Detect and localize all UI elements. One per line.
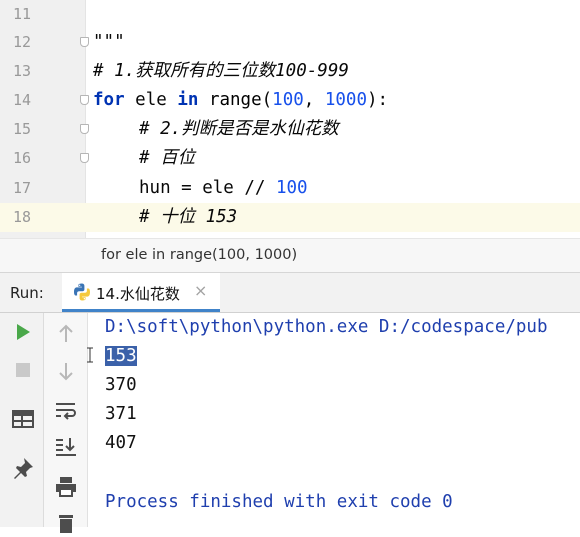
console-exit-message: Process finished with exit code 0 [105,492,453,512]
run-label: Run: [10,284,44,302]
code-line-18-current[interactable]: 18 # 十位 153 [0,203,580,232]
variable-ele: ele [135,90,167,110]
console-output-line[interactable]: 370 [105,371,137,400]
code-for-statement: for ele in range(100, 1000): [93,90,389,110]
code-line-17[interactable]: 17 hun = ele // 100 [0,174,580,203]
python-icon [72,282,92,302]
assignment-text: hun = ele // [139,178,276,198]
up-arrow-icon[interactable] [53,321,79,347]
line-number: 14 [12,91,31,109]
fold-marker-icon[interactable] [80,37,89,47]
code-comment: # 十位 153 [139,207,238,227]
code-line-14[interactable]: 14 for ele in range(100, 1000): [0,86,580,115]
code-editor[interactable]: 11 12 """ 13 # 1.获取所有的三位数100-999 14 for … [0,0,580,238]
run-icon[interactable] [10,319,36,345]
close-icon[interactable]: × [194,282,207,300]
line-number: 18 [12,208,31,226]
line-number: 16 [12,149,31,167]
line-number: 12 [12,33,31,51]
code-line-16[interactable]: 16 # 百位 [0,144,580,173]
number-literal: 100 [272,90,304,110]
code-comment: # 2.判断是否是水仙花数 [139,119,339,139]
code-line-12[interactable]: 12 """ [0,28,580,57]
line-number: 17 [12,179,31,197]
run-tab-title: 14.水仙花数 [96,285,180,303]
run-panel-header: Run: 14.水仙花数 × [0,273,580,313]
breadcrumb-item[interactable]: for ele in range(100, 1000) [101,247,297,263]
code-assignment: hun = ele // 100 [139,174,308,203]
docstring-quotes: """ [93,32,125,52]
function-range: range [208,90,262,110]
layout-icon[interactable] [10,406,36,432]
run-tab[interactable]: 14.水仙花数 × [62,273,220,312]
console-output-line[interactable]: 371 [105,400,137,429]
run-console[interactable]: D:\soft\python\python.exe D:/codespace/p… [88,313,580,527]
down-arrow-icon[interactable] [53,358,79,384]
print-icon[interactable] [53,474,79,500]
scroll-to-end-icon[interactable] [53,434,79,460]
pin-icon[interactable] [10,455,36,481]
number-literal: 100 [275,178,308,198]
code-comment: # 1.获取所有的三位数100-999 [93,61,349,81]
breadcrumb-bar: for ele in range(100, 1000) [0,238,580,273]
stop-icon[interactable] [10,357,36,383]
run-toolbar-primary [0,313,44,527]
line-number: 13 [12,62,31,80]
keyword-in: in [177,90,199,110]
fold-marker-icon[interactable] [80,95,89,105]
selected-output[interactable]: 153 [105,346,137,366]
trash-icon[interactable] [53,511,79,537]
console-output-line[interactable]: 153 [105,342,137,371]
line-number: 15 [12,120,31,138]
code-line-13[interactable]: 13 # 1.获取所有的三位数100-999 [0,57,580,86]
code-line-11[interactable]: 11 [0,0,580,29]
fold-marker-icon[interactable] [80,124,89,134]
number-literal: 1000 [324,90,368,110]
console-output-line[interactable]: 407 [105,429,137,458]
keyword-for: for [93,90,125,110]
run-toolbar-secondary [44,313,88,533]
soft-wrap-icon[interactable] [53,397,79,423]
line-number: 11 [12,5,31,23]
text-cursor-icon [86,347,94,363]
fold-marker-icon[interactable] [80,153,89,163]
console-command-line: D:\soft\python\python.exe D:/codespace/p… [105,317,548,337]
code-line-15[interactable]: 15 # 2.判断是否是水仙花数 [0,115,580,144]
code-comment: # 百位 [139,148,196,168]
